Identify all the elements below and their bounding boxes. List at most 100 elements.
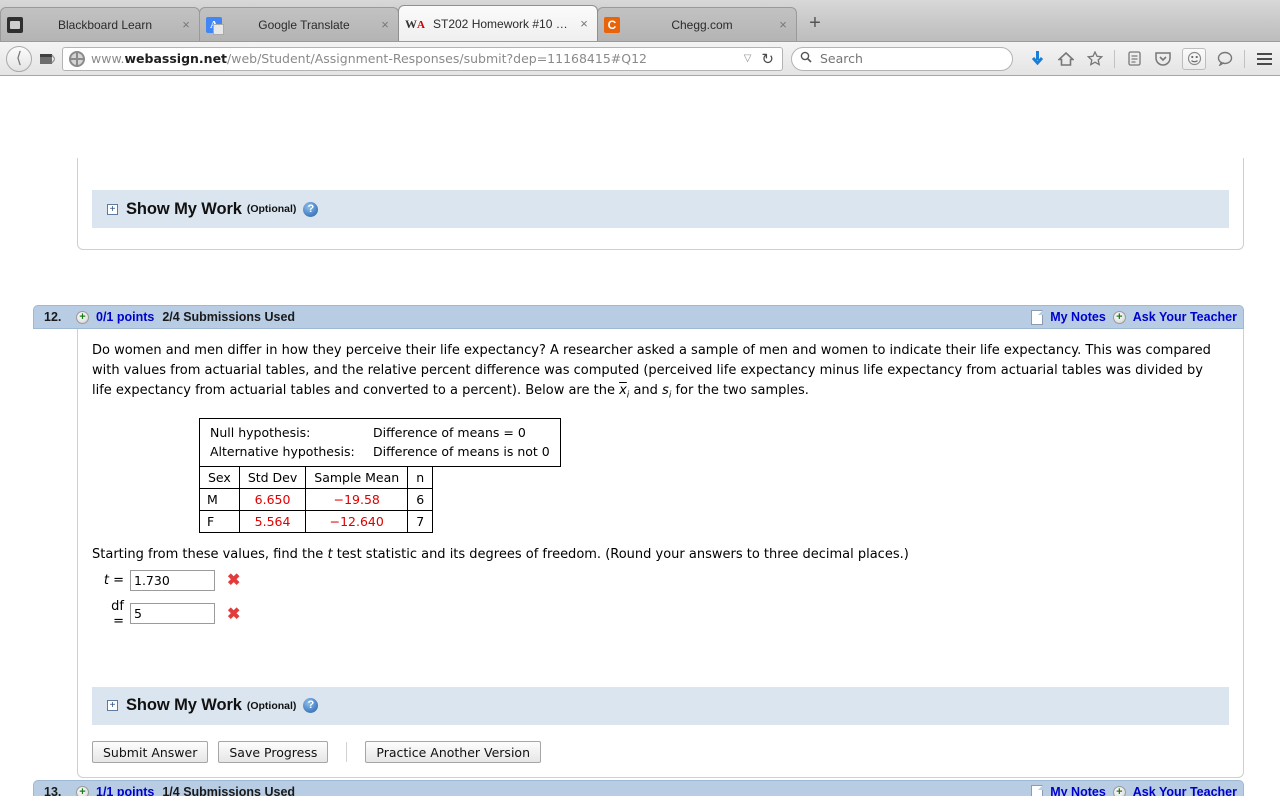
home-icon[interactable] [1056,48,1076,70]
null-hypothesis-value: Difference of means = 0 [373,424,526,440]
webassign-assignment-page: + Show My Work (Optional) ? 12. + 0/1 po… [0,76,1280,796]
show-my-work-title: Show My Work [126,199,242,218]
page-icon [40,53,55,64]
ask-teacher-plus-icon[interactable]: + [1112,785,1126,796]
alternative-hypothesis-row: Alternative hypothesis: Difference of me… [210,442,550,461]
url-domain: webassign.net [124,51,228,66]
cell-sex: F [199,509,240,533]
pocket-icon[interactable] [1153,48,1173,70]
button-divider [346,741,348,762]
cell-sample-mean: −19.58 [305,487,409,511]
tab-strip: Blackboard Learn × A Google Translate × … [0,0,1280,42]
google-translate-favicon-icon: A [206,16,224,35]
close-tab-icon[interactable]: × [776,17,790,32]
chat-bubble-icon[interactable] [1215,48,1235,70]
url-path: /web/Student/Assignment-Responses/submit… [227,51,648,66]
df-answer-input[interactable] [130,603,215,625]
s-symbol: s [662,383,669,398]
points-label[interactable]: 0/1 points [96,310,154,324]
hypothesis-and-stats: Null hypothesis: Difference of means = 0… [199,417,1225,533]
submissions-used-label: 1/4 Submissions Used [162,785,296,796]
show-my-work-bar[interactable]: + Show My Work (Optional) ? [92,686,1229,725]
question-text-part2: for the two samples. [671,383,809,398]
firefox-account-icon[interactable] [1182,47,1206,70]
cell-sample-mean: −12.640 [305,509,409,533]
back-button-icon[interactable]: ⟨ [6,45,32,72]
practice-another-version-button[interactable]: Practice Another Version [365,740,541,763]
column-header-n: n [407,465,434,489]
cell-std-dev: 5.564 [238,509,307,533]
df-symbol: df [111,598,124,614]
optional-label: (Optional) [246,203,297,215]
submit-answer-button[interactable]: Submit Answer [92,740,209,763]
webassign-favicon-icon: WA [405,16,425,31]
bookmark-star-icon[interactable] [1085,48,1105,70]
answer-row-t: t = ✖ [102,569,1225,591]
submissions-used-label: 2/4 Submissions Used [162,310,296,324]
cell-n: 6 [407,487,434,511]
expand-icon[interactable]: + [107,203,118,215]
hypothesis-box: Null hypothesis: Difference of means = 0… [199,417,561,467]
browser-tab-google-translate[interactable]: A Google Translate × [199,7,399,41]
browser-window: Blackboard Learn × A Google Translate × … [0,0,1280,76]
cell-std-dev: 6.650 [238,487,307,511]
notes-page-icon[interactable] [1031,309,1044,325]
question-12-content: Do women and men differ in how they perc… [78,329,1243,687]
help-icon[interactable]: ? [303,698,319,714]
expand-question-icon[interactable]: + [76,310,89,324]
search-bar[interactable] [791,46,1013,71]
my-notes-link[interactable]: My Notes [1050,310,1106,324]
expand-icon[interactable]: + [107,700,118,712]
close-tab-icon[interactable]: × [179,17,193,32]
ask-teacher-plus-icon[interactable]: + [1112,310,1126,324]
reload-icon[interactable]: ↻ [757,50,778,68]
notes-page-icon[interactable] [1031,784,1044,796]
site-identity-icon[interactable] [36,47,58,71]
ask-your-teacher-link[interactable]: Ask Your Teacher [1133,310,1237,324]
question-header-actions: My Notes + Ask Your Teacher [1031,784,1237,796]
df-equals: = [113,613,124,629]
incorrect-mark-icon: ✖ [227,572,241,590]
df-label: df = [102,599,130,629]
t-answer-input[interactable] [130,569,215,591]
question-header-actions: My Notes + Ask Your Teacher [1031,309,1237,325]
reading-list-icon[interactable] [1124,48,1144,70]
question-12-body: Do women and men differ in how they perc… [77,329,1244,778]
browser-tab-chegg[interactable]: C Chegg.com × [597,7,797,41]
show-my-work-bar[interactable]: + Show My Work (Optional) ? [92,190,1229,228]
question-12-text: Do women and men differ in how they perc… [92,341,1225,406]
incorrect-mark-icon: ✖ [227,605,241,623]
question-12-card: 12. + 0/1 points 2/4 Submissions Used My… [33,305,1244,778]
answer-prompt: Starting from these values, find the t t… [92,547,1225,562]
question-13-header: 13. + 1/1 points 1/4 Submissions Used My… [33,780,1244,796]
browser-tab-webassign[interactable]: WA ST202 Homework #10 – F... × [398,5,598,41]
my-notes-link[interactable]: My Notes [1050,785,1106,796]
alternative-hypothesis-label: Alternative hypothesis: [210,443,355,459]
statistics-table: Sex Std Dev Sample Mean n M 6.650 −19.58… [199,465,434,533]
points-label[interactable]: 1/1 points [96,785,154,796]
alternative-hypothesis-value: Difference of means is not 0 [373,443,550,459]
url-bar[interactable]: www.webassign.net/web/Student/Assignment… [62,46,783,71]
new-tab-button[interactable]: + [800,10,830,38]
search-input[interactable] [818,50,1004,67]
hamburger-menu-icon[interactable] [1254,48,1274,70]
close-tab-icon[interactable]: × [577,16,591,31]
xbar-symbol: x [619,383,627,398]
question-11-partial-card: + Show My Work (Optional) ? [77,158,1244,250]
ask-your-teacher-link[interactable]: Ask Your Teacher [1133,785,1237,796]
table-row: M 6.650 −19.58 6 [199,487,434,511]
question-12-button-row: Submit Answer Save Progress Practice Ano… [78,725,1243,777]
prompt-pre: Starting from these values, find the [92,546,328,562]
close-tab-icon[interactable]: × [378,17,392,32]
question-12-header: 12. + 0/1 points 2/4 Submissions Used My… [33,305,1244,329]
question-number: 12. [44,310,62,324]
cell-n: 7 [407,509,434,533]
help-icon[interactable]: ? [303,201,319,217]
url-dropdown-icon[interactable]: ▽ [738,53,758,64]
downloads-icon[interactable] [1027,48,1047,70]
navigation-toolbar: ⟨ www.webassign.net/web/Student/Assignme… [0,42,1280,76]
save-progress-button[interactable]: Save Progress [218,740,329,763]
browser-tab-blackboard[interactable]: Blackboard Learn × [0,7,200,41]
expand-question-icon[interactable]: + [76,785,89,796]
